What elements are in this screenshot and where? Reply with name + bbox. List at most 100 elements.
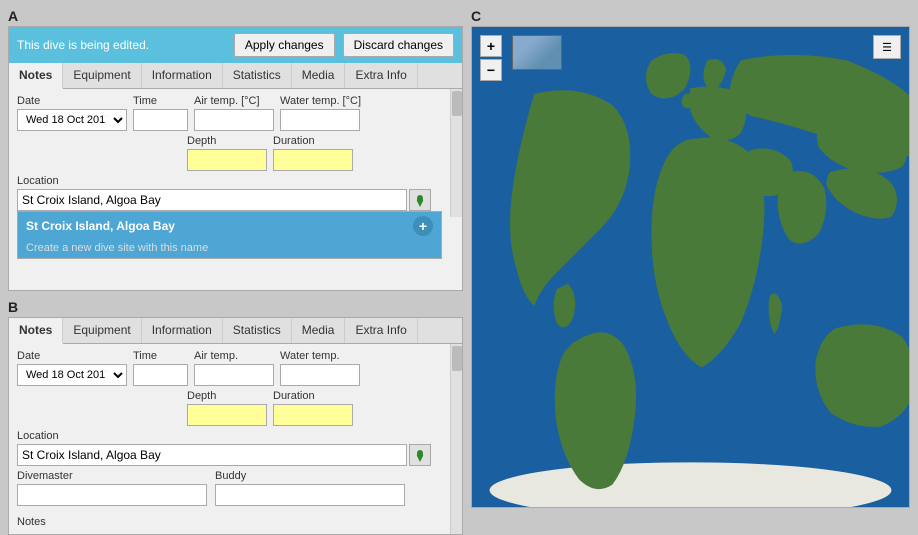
tab-a-statistics[interactable]: Statistics [223,63,292,88]
location-input-b[interactable] [17,444,407,466]
location-input-a[interactable] [17,189,407,211]
tab-a-notes[interactable]: Notes [9,63,63,89]
map-thumb-inner [513,36,561,69]
divemaster-input-b[interactable] [17,484,207,506]
autocomplete-item-a[interactable]: St Croix Island, Algoa Bay + [18,212,441,240]
autocomplete-create-text: Create a new dive site with this name [18,240,441,258]
duration-label-b: Duration [273,390,353,402]
location-map-button-b[interactable] [409,444,431,466]
time-input-a[interactable]: 09:16 [133,109,188,131]
zoom-in-button[interactable]: + [480,35,502,57]
tab-a-information[interactable]: Information [142,63,223,88]
location-field-group-b: Location [17,430,442,466]
tab-b-notes[interactable]: Notes [9,318,63,344]
edit-bar-text: This dive is being edited. [17,38,226,52]
location-map-button-a[interactable] [409,189,431,211]
date-field-group-b: Date Wed 18 Oct 2017 [17,350,127,386]
airtemp-field-group-b: Air temp. [194,350,274,386]
section-c-label: C [471,8,910,24]
depth-label-a: Depth [187,135,267,147]
form-area-a: Date Wed 18 Oct 2017 Time 09:16 Air temp… [9,89,450,217]
map-thumbnail[interactable] [512,35,562,70]
row-b-depth-duration: Depth 15.0m Duration 0:46 [17,390,442,426]
time-field-group-a: Time 09:16 [133,95,188,131]
divemaster-label-b: Divemaster [17,470,207,482]
divemaster-field-group-b: Divemaster [17,470,207,506]
zoom-out-button[interactable]: − [480,59,502,81]
watertemp-input-b[interactable] [280,364,360,386]
scroll-thumb-a [452,91,462,116]
time-input-b[interactable]: 09:16 [133,364,188,386]
location-label-b: Location [17,430,442,442]
tab-b-information[interactable]: Information [142,318,223,343]
notes-label-b: Notes [17,516,46,528]
tab-a-media[interactable]: Media [292,63,346,88]
tab-b-statistics[interactable]: Statistics [223,318,292,343]
row-depth-duration: Depth 15.0m Duration 0:46 [17,135,442,171]
scrollbar-b[interactable] [450,344,462,534]
airtemp-label-b: Air temp. [194,350,274,362]
section-a-label: A [8,8,463,24]
panel-b: Notes Equipment Information Statistics M… [8,317,463,535]
location-pin-icon [413,193,427,207]
time-field-group-b: Time 09:16 [133,350,188,386]
row-b-divemaster-buddy: Divemaster Buddy [17,470,442,506]
tab-a-extrainfo[interactable]: Extra Info [345,63,417,88]
map-menu-button[interactable]: ☰ [873,35,901,59]
row-date-time: Date Wed 18 Oct 2017 Time 09:16 Air temp… [17,95,442,131]
tab-b-media[interactable]: Media [292,318,346,343]
buddy-field-group-b: Buddy [215,470,405,506]
airtemp-field-group-a: Air temp. [°C] [194,95,274,131]
discard-changes-button[interactable]: Discard changes [343,33,454,57]
form-area-b: Date Wed 18 Oct 2017 Time 09:16 Air temp… [9,344,450,534]
tab-a-equipment[interactable]: Equipment [63,63,141,88]
map-controls: + − [480,35,502,81]
tabs-b: Notes Equipment Information Statistics M… [9,318,462,344]
duration-label-a: Duration [273,135,353,147]
edit-bar: This dive is being edited. Apply changes… [9,27,462,63]
date-select-b[interactable]: Wed 18 Oct 2017 [17,364,127,386]
watertemp-field-group-b: Water temp. [280,350,360,386]
duration-input-a[interactable]: 0:46 [273,149,353,171]
autocomplete-match-text: St Croix Island, Algoa Bay [26,219,175,233]
airtemp-label-a: Air temp. [°C] [194,95,274,107]
date-label-a: Date [17,95,127,107]
tab-b-equipment[interactable]: Equipment [63,318,141,343]
world-map [472,27,909,507]
airtemp-input-a[interactable] [194,109,274,131]
depth-field-group-a: Depth 15.0m [187,135,267,171]
depth-field-group-b: Depth 15.0m [187,390,267,426]
location-wrap-a [17,189,442,211]
buddy-input-b[interactable] [215,484,405,506]
section-b: B Notes Equipment Information Statistics… [8,299,463,535]
time-label-a: Time [133,95,188,107]
depth-label-b: Depth [187,390,267,402]
duration-input-b[interactable]: 0:46 [273,404,353,426]
apply-changes-button[interactable]: Apply changes [234,33,335,57]
hamburger-icon: ☰ [882,41,892,54]
autocomplete-dropdown-a: St Croix Island, Algoa Bay + Create a ne… [17,211,442,259]
airtemp-input-b[interactable] [194,364,274,386]
left-column: A This dive is being edited. Apply chang… [8,8,463,508]
form-a: Date Wed 18 Oct 2017 Time 09:16 Air temp… [9,89,462,217]
tabs-a: Notes Equipment Information Statistics M… [9,63,462,89]
date-field-group-a: Date Wed 18 Oct 2017 [17,95,127,131]
watertemp-label-b: Water temp. [280,350,360,362]
panel-a: This dive is being edited. Apply changes… [8,26,463,291]
autocomplete-plus-button[interactable]: + [413,216,433,236]
right-column: C [471,8,910,508]
watertemp-input-a[interactable] [280,109,360,131]
duration-field-group-b: Duration 0:46 [273,390,353,426]
section-a: A This dive is being edited. Apply chang… [8,8,463,291]
scrollbar-a[interactable] [450,89,462,217]
location-wrap-b [17,444,442,466]
tab-b-extrainfo[interactable]: Extra Info [345,318,417,343]
depth-input-b[interactable]: 15.0m [187,404,267,426]
map-container[interactable]: + − ☰ [471,26,910,508]
location-field-group-a: Location [17,175,442,211]
date-select-a[interactable]: Wed 18 Oct 2017 [17,109,127,131]
depth-input-a[interactable]: 15.0m [187,149,267,171]
section-b-label: B [8,299,463,315]
buddy-label-b: Buddy [215,470,405,482]
form-b: Date Wed 18 Oct 2017 Time 09:16 Air temp… [9,344,462,534]
